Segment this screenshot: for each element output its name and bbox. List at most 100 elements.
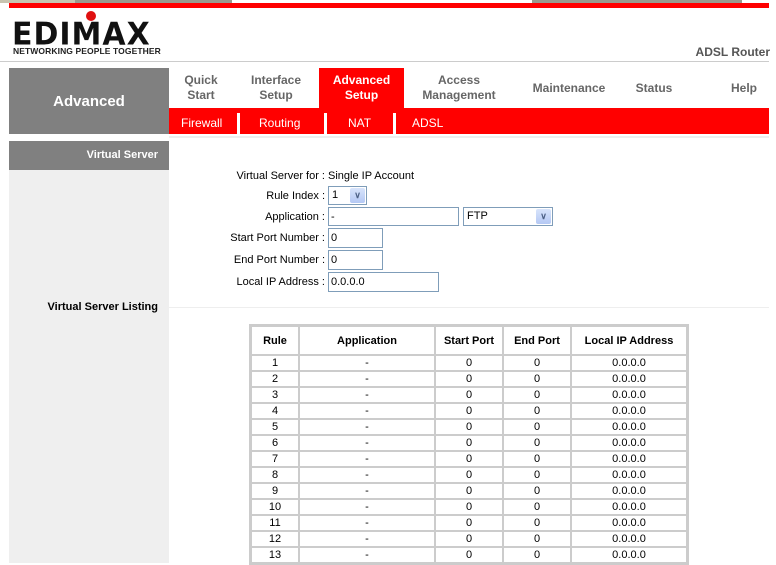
table-row: 8-0 0 0.0.0.0 [251,467,687,483]
rule-index-value: 1 [332,189,339,201]
product-name: ADSL Router [695,45,770,59]
end-port-row: End Port Number : [170,250,383,270]
tab-access-management[interactable]: Access Management [409,68,509,108]
cell-application: - [299,371,435,387]
cell-rule: 12 [251,531,299,547]
column-header-rule: Rule [251,326,299,355]
nav-divider [169,136,769,138]
cell-application: - [299,467,435,483]
cell-rule: 4 [251,403,299,419]
chevron-down-icon[interactable]: ∨ [536,209,551,224]
tab-status[interactable]: Status [625,68,683,108]
table-row: 13-0 0 0.0.0.0 [251,547,687,563]
cell-rule: 9 [251,483,299,499]
table-row: 4-0 0 0.0.0.0 [251,403,687,419]
local-ip-row: Local IP Address : [170,272,439,292]
virtual-server-table: Rule Application Start Port End Port Loc… [249,324,689,565]
cell-application: - [299,515,435,531]
application-select-value: FTP [467,210,488,222]
top-red-bar [9,3,769,8]
cell-local-ip: 0.0.0.0 [571,451,687,467]
cell-end-port: 0 [503,435,571,451]
cell-start-port: 0 [435,547,503,563]
cell-start-port: 0 [435,467,503,483]
cell-end-port: 0 [503,531,571,547]
edimax-logo: EDIMAX NETWORKING PEOPLE TOGETHER [12,11,177,60]
cell-start-port: 0 [435,371,503,387]
cell-end-port: 0 [503,419,571,435]
application-row: Application : FTP ∨ [170,207,553,226]
subtab-adsl[interactable]: ADSL [412,108,443,134]
table-row: 10-0 0 0.0.0.0 [251,499,687,515]
table-row: 1-0 0 0.0.0.0 [251,355,687,371]
virtual-server-listing-title: Virtual Server Listing [47,301,158,313]
cell-start-port: 0 [435,451,503,467]
main-nav: Quick Start Interface Setup Advanced Setup … [169,68,769,108]
table-header-row: Rule Application Start Port End Port Loc… [251,326,687,355]
cell-local-ip: 0.0.0.0 [571,547,687,563]
local-ip-input[interactable] [328,272,439,292]
cell-rule: 11 [251,515,299,531]
application-input[interactable] [328,207,459,226]
cell-end-port: 0 [503,355,571,371]
cell-local-ip: 0.0.0.0 [571,515,687,531]
subtab-firewall[interactable]: Firewall [181,108,222,134]
table-row: 2-0 0 0.0.0.0 [251,371,687,387]
cell-application: - [299,435,435,451]
cell-end-port: 0 [503,483,571,499]
local-ip-label: Local IP Address : [236,276,325,288]
virtual-server-for-label: Virtual Server for : [236,170,325,182]
cell-end-port: 0 [503,387,571,403]
start-port-label: Start Port Number : [230,232,325,244]
cell-rule: 13 [251,547,299,563]
cell-end-port: 0 [503,515,571,531]
table-row: 5-0 0 0.0.0.0 [251,419,687,435]
chevron-down-icon[interactable]: ∨ [350,188,365,203]
cell-local-ip: 0.0.0.0 [571,355,687,371]
logo-tagline: NETWORKING PEOPLE TOGETHER [13,46,161,56]
rule-index-select[interactable]: 1 ∨ [328,186,367,205]
cell-end-port: 0 [503,451,571,467]
application-label: Application : [265,210,325,223]
cell-application: - [299,355,435,371]
tab-maintenance[interactable]: Maintenance [517,68,621,108]
cell-application: - [299,483,435,499]
tab-quick-start[interactable]: Quick Start [169,68,233,108]
cell-rule: 7 [251,451,299,467]
cell-start-port: 0 [435,355,503,371]
listing-divider [169,307,769,308]
cell-local-ip: 0.0.0.0 [571,387,687,403]
table-row: 11-0 0 0.0.0.0 [251,515,687,531]
column-header-end-port: End Port [503,326,571,355]
tab-interface-setup[interactable]: Interface Setup [233,68,319,108]
cell-start-port: 0 [435,387,503,403]
column-header-local-ip: Local IP Address [571,326,687,355]
end-port-input[interactable] [328,250,383,270]
subtab-routing[interactable]: Routing [259,108,300,134]
rule-index-row: Rule Index : 1 ∨ [170,186,367,205]
cell-local-ip: 0.0.0.0 [571,403,687,419]
cell-local-ip: 0.0.0.0 [571,419,687,435]
cell-rule: 1 [251,355,299,371]
cell-end-port: 0 [503,499,571,515]
cell-local-ip: 0.0.0.0 [571,531,687,547]
cell-application: - [299,403,435,419]
table-row: 12-0 0 0.0.0.0 [251,531,687,547]
start-port-input[interactable] [328,228,383,248]
cell-end-port: 0 [503,371,571,387]
tab-advanced-setup[interactable]: Advanced Setup [319,68,404,108]
cell-start-port: 0 [435,419,503,435]
cell-local-ip: 0.0.0.0 [571,483,687,499]
cell-rule: 3 [251,387,299,403]
tab-help[interactable]: Help [719,68,769,108]
table-row: 9-0 0 0.0.0.0 [251,483,687,499]
application-select[interactable]: FTP ∨ [463,207,553,226]
column-header-start-port: Start Port [435,326,503,355]
cell-start-port: 0 [435,531,503,547]
section-label: Advanced [9,68,169,134]
cell-end-port: 0 [503,547,571,563]
subtab-nat[interactable]: NAT [348,108,371,134]
cell-rule: 2 [251,371,299,387]
cell-local-ip: 0.0.0.0 [571,371,687,387]
cell-start-port: 0 [435,483,503,499]
